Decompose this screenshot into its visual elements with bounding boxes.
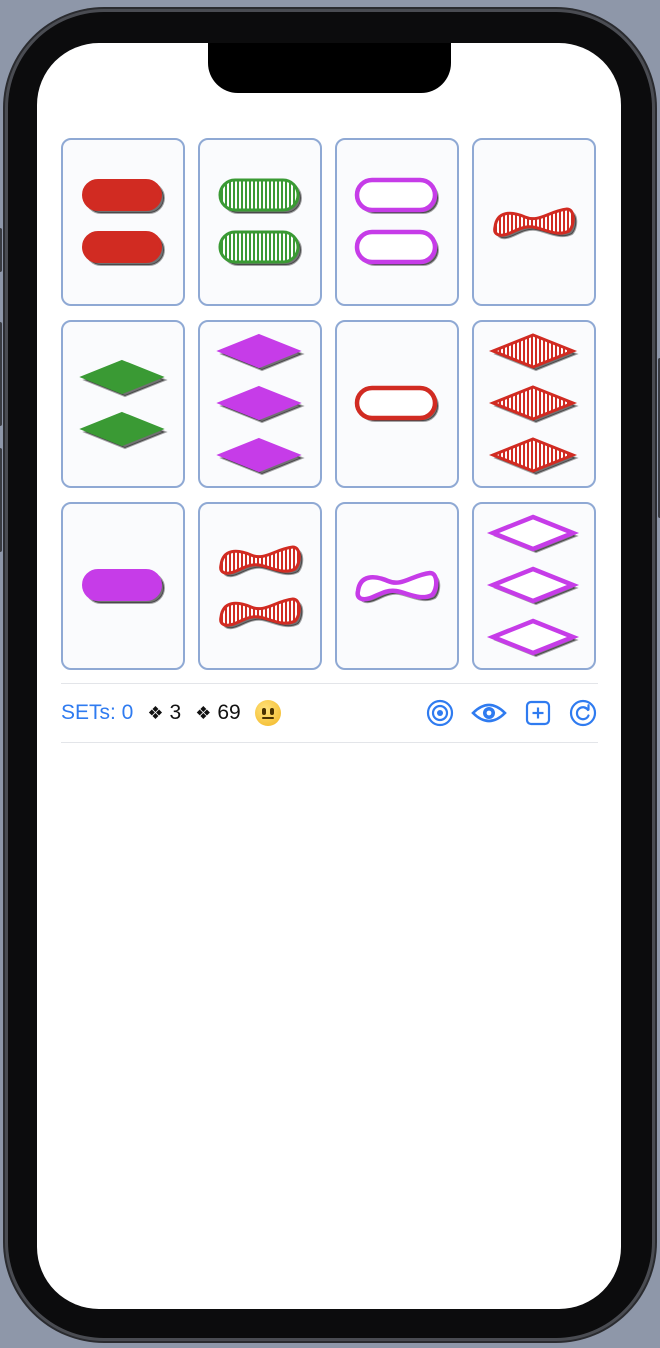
set-card[interactable]: [335, 138, 459, 306]
target-button[interactable]: [425, 698, 455, 728]
set-card[interactable]: [61, 320, 185, 488]
diamond-symbol: [488, 385, 579, 424]
oval-symbol: [82, 179, 165, 214]
set-card[interactable]: [335, 502, 459, 670]
diamond-symbol: [216, 437, 305, 476]
squiggle-symbol: [219, 545, 304, 578]
volume-down-button: [0, 448, 2, 552]
diamond-symbol: [486, 566, 580, 606]
volume-up-button: [0, 322, 2, 426]
mute-switch: [0, 228, 2, 272]
diamond-symbol: [216, 385, 305, 424]
hints-counter: ❖ 3: [147, 701, 181, 725]
card-board: [61, 138, 597, 670]
diamond-symbol: [79, 359, 168, 398]
sets-counter: SETs: 0: [61, 701, 134, 724]
diamond-symbol: [216, 333, 305, 372]
diamond-symbol: [486, 514, 580, 554]
status-toolbar: SETs: 0 ❖ 3 ❖ 69: [61, 683, 598, 743]
set-card[interactable]: [198, 502, 322, 670]
set-card[interactable]: [472, 320, 596, 488]
oval-symbol: [82, 231, 165, 266]
toolbar-actions: [425, 698, 598, 728]
diamond-bullet-icon: ❖: [195, 702, 212, 723]
set-card[interactable]: [61, 138, 185, 306]
squiggle-symbol: [493, 207, 578, 240]
oval-symbol: [354, 229, 439, 266]
squiggle-symbol: [355, 570, 441, 604]
target-icon: [426, 699, 454, 727]
deal-more-button[interactable]: [523, 698, 553, 728]
deck-value: 69: [217, 701, 241, 724]
diamond-symbol: [486, 618, 580, 658]
set-card[interactable]: [472, 138, 596, 306]
diamond-symbol: [488, 437, 579, 476]
deck-counter: ❖ 69: [195, 701, 241, 725]
set-card[interactable]: [61, 502, 185, 670]
set-card[interactable]: [335, 320, 459, 488]
neutral-face-icon: [254, 700, 281, 726]
set-card[interactable]: [198, 320, 322, 488]
show-hint-button[interactable]: [470, 698, 508, 728]
notch: [208, 43, 451, 93]
oval-symbol: [82, 569, 165, 604]
oval-symbol: [354, 385, 439, 422]
plus-square-icon: [525, 700, 551, 726]
eye-icon: [471, 703, 507, 723]
diamond-bullet-icon: ❖: [147, 702, 164, 723]
app-screen: SETs: 0 ❖ 3 ❖ 69: [37, 43, 621, 1309]
set-card[interactable]: [472, 502, 596, 670]
refresh-icon: [569, 699, 597, 727]
oval-symbol: [218, 230, 302, 266]
hints-value: 3: [169, 701, 182, 724]
set-card[interactable]: [198, 138, 322, 306]
oval-symbol: [354, 177, 439, 214]
oval-symbol: [218, 178, 302, 214]
diamond-symbol: [79, 411, 168, 450]
diamond-symbol: [488, 333, 579, 372]
squiggle-symbol: [219, 597, 304, 630]
new-game-button[interactable]: [568, 698, 598, 728]
